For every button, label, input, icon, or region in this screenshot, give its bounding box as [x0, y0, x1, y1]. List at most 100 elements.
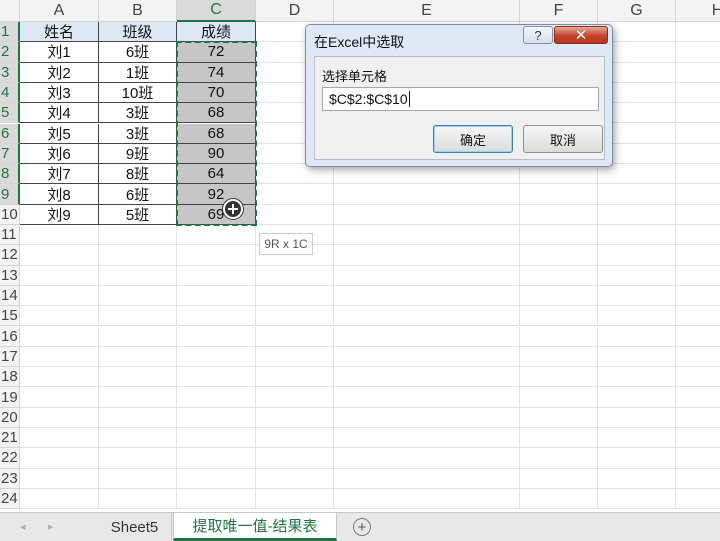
grid-cell[interactable]: [256, 387, 334, 408]
grid-cell[interactable]: [20, 306, 99, 327]
table-header-cell[interactable]: 成绩: [177, 22, 256, 43]
grid-cell[interactable]: [256, 468, 334, 489]
grid-cell[interactable]: [177, 407, 256, 428]
grid-cell[interactable]: [676, 489, 720, 510]
grid-cell[interactable]: [99, 428, 177, 449]
grid-cell[interactable]: [676, 63, 720, 83]
grid-cell[interactable]: [99, 346, 177, 368]
grid-cell[interactable]: [20, 448, 99, 469]
table-header-cell[interactable]: 班级: [99, 22, 177, 43]
grid-cell[interactable]: [177, 428, 256, 449]
grid-cell[interactable]: [520, 285, 598, 307]
grid-cell[interactable]: [20, 346, 99, 368]
grid-cell[interactable]: [598, 204, 676, 225]
table-cell[interactable]: 64: [177, 164, 256, 185]
grid-cell[interactable]: [676, 266, 720, 286]
grid-cell[interactable]: [676, 205, 720, 225]
table-cell[interactable]: 刘2: [20, 62, 99, 83]
grid-cell[interactable]: [177, 265, 256, 286]
grid-cell[interactable]: [520, 346, 598, 368]
grid-cell[interactable]: [99, 326, 177, 347]
grid-cell[interactable]: [20, 488, 99, 510]
grid-cell[interactable]: [256, 448, 334, 469]
grid-cell[interactable]: [598, 488, 676, 510]
grid-cell[interactable]: [256, 184, 334, 205]
grid-cell[interactable]: [520, 407, 598, 428]
grid-cell[interactable]: [256, 285, 334, 307]
grid-cell[interactable]: [334, 326, 520, 347]
table-cell[interactable]: 刘9: [20, 204, 99, 225]
row-header-14[interactable]: 14: [0, 285, 20, 307]
row-header-15[interactable]: 15: [0, 306, 20, 327]
row-header-16[interactable]: 16: [0, 326, 20, 347]
grid-cell[interactable]: [177, 488, 256, 510]
grid-cell[interactable]: [676, 327, 720, 347]
grid-cell[interactable]: [99, 468, 177, 489]
grid-cell[interactable]: [334, 306, 520, 327]
grid-cell[interactable]: [256, 346, 334, 368]
row-header-22[interactable]: 22: [0, 448, 20, 469]
grid-cell[interactable]: [99, 488, 177, 510]
row-header-18[interactable]: 18: [0, 367, 20, 388]
grid-cell[interactable]: [334, 225, 520, 246]
grid-cell[interactable]: [676, 22, 720, 43]
grid-cell[interactable]: [177, 326, 256, 347]
table-cell[interactable]: 刘6: [20, 143, 99, 165]
row-header-2[interactable]: 2: [0, 42, 20, 63]
row-header-6[interactable]: 6: [0, 123, 20, 144]
grid-cell[interactable]: [177, 367, 256, 388]
help-button[interactable]: ?: [523, 26, 553, 44]
grid-cell[interactable]: [520, 265, 598, 286]
grid-cell[interactable]: [520, 468, 598, 489]
sheet-tab-sheet5[interactable]: Sheet5: [98, 513, 172, 541]
column-header-h[interactable]: H: [676, 0, 720, 22]
grid-cell[interactable]: [676, 408, 720, 428]
row-header-20[interactable]: 20: [0, 407, 20, 428]
grid-cell[interactable]: [177, 346, 256, 368]
grid-cell[interactable]: [676, 245, 720, 266]
grid-cell[interactable]: [177, 448, 256, 469]
grid-cell[interactable]: [598, 306, 676, 327]
grid-cell[interactable]: [256, 306, 334, 327]
grid-cell[interactable]: [334, 184, 520, 205]
grid-cell[interactable]: [20, 428, 99, 449]
row-header-24[interactable]: 24: [0, 488, 20, 510]
cancel-button[interactable]: 取消: [523, 125, 603, 153]
grid-cell[interactable]: [177, 245, 256, 266]
table-cell[interactable]: 74: [177, 62, 256, 83]
grid-cell[interactable]: [520, 225, 598, 246]
column-header-f[interactable]: F: [520, 0, 598, 22]
table-cell[interactable]: 68: [177, 103, 256, 124]
grid-cell[interactable]: [676, 367, 720, 388]
column-header-b[interactable]: B: [99, 0, 177, 22]
grid-cell[interactable]: [676, 42, 720, 63]
grid-cell[interactable]: [256, 265, 334, 286]
row-header-11[interactable]: 11: [0, 225, 20, 246]
grid-cell[interactable]: [20, 367, 99, 388]
grid-cell[interactable]: [99, 407, 177, 428]
grid-cell[interactable]: [520, 387, 598, 408]
row-header-19[interactable]: 19: [0, 387, 20, 408]
table-cell[interactable]: 68: [177, 123, 256, 144]
column-header-d[interactable]: D: [256, 0, 334, 22]
grid-cell[interactable]: [598, 245, 676, 266]
grid-cell[interactable]: [20, 285, 99, 307]
grid-cell[interactable]: [676, 448, 720, 469]
grid-cell[interactable]: [334, 285, 520, 307]
table-cell[interactable]: 8班: [99, 164, 177, 185]
grid-cell[interactable]: [520, 428, 598, 449]
grid-cell[interactable]: [676, 428, 720, 449]
grid-cell[interactable]: [334, 488, 520, 510]
grid-cell[interactable]: [676, 347, 720, 368]
grid-cell[interactable]: [334, 164, 520, 185]
table-cell[interactable]: 3班: [99, 123, 177, 144]
table-cell[interactable]: 72: [177, 42, 256, 63]
grid-cell[interactable]: [177, 285, 256, 307]
column-header-a[interactable]: A: [20, 0, 99, 22]
tab-nav-prev-icon[interactable]: ◂: [20, 520, 26, 533]
grid-cell[interactable]: [99, 245, 177, 266]
grid-cell[interactable]: [598, 265, 676, 286]
grid-cell[interactable]: [256, 488, 334, 510]
row-header-21[interactable]: 21: [0, 428, 20, 449]
grid-cell[interactable]: [676, 83, 720, 104]
